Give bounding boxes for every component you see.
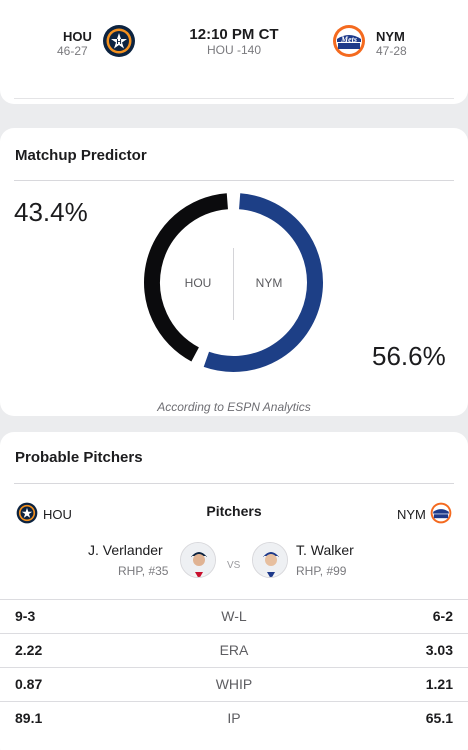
probable-pitchers-card: Probable Pitchers HOU Pitchers NYM J. Ve… [0, 432, 468, 750]
stat-label: W-L [221, 608, 247, 624]
donut-away-label: HOU [185, 276, 212, 290]
pitchers-title-rule [14, 483, 454, 484]
home-team-abbr[interactable]: NYM [376, 29, 405, 44]
home-stat-value: 65.1 [425, 710, 453, 726]
player-headshot-icon [181, 543, 215, 577]
home-pitcher-detail: RHP, #99 [296, 564, 347, 578]
game-header: HOU 46-27 H 12:10 PM CT HOU -140 Mets NY… [0, 0, 468, 104]
svg-text:Mets: Mets [340, 35, 357, 44]
player-headshot-icon [253, 543, 287, 577]
stat-label: IP [227, 710, 241, 726]
probable-pitchers-title: Probable Pitchers [15, 449, 143, 466]
stat-row-wl: 9-3 W-L 6-2 [0, 599, 468, 633]
mets-logo-icon [430, 502, 452, 524]
home-stat-value: 6-2 [432, 608, 453, 624]
donut-home-label: NYM [256, 276, 283, 290]
espn-analytics-credit: According to ESPN Analytics [157, 400, 311, 414]
stat-row-era: 2.22 ERA 3.03 [0, 633, 468, 667]
versus-label: VS [227, 560, 241, 571]
home-stat-value: 3.03 [425, 642, 453, 658]
matchup-title-rule [14, 180, 454, 181]
matchup-predictor-title: Matchup Predictor [15, 147, 147, 164]
home-pitcher-headshot[interactable] [252, 542, 288, 578]
away-pitcher-detail: RHP, #35 [118, 564, 169, 578]
away-win-probability: 43.4% [14, 197, 88, 227]
mets-logo-icon[interactable]: Mets [332, 24, 366, 58]
matchup-predictor-card: Matchup Predictor 43.4% HOU NYM 56.6% Ac… [0, 128, 468, 416]
away-pitcher-headshot[interactable] [180, 542, 216, 578]
home-team-record: 47-28 [376, 44, 407, 58]
win-probability-donut: HOU NYM [144, 193, 323, 372]
stat-row-whip: 0.87 WHIP 1.21 [0, 667, 468, 701]
away-pitcher-name[interactable]: J. Verlander [88, 542, 163, 558]
home-win-probability: 56.6% [372, 341, 446, 371]
header-divider [14, 98, 454, 99]
stat-row-ip: 89.1 IP 65.1 [0, 701, 468, 735]
stat-label: ERA [219, 642, 249, 658]
pitchers-home-team: NYM [397, 507, 426, 522]
stat-label: WHIP [215, 676, 253, 692]
home-stat-value: 1.21 [425, 676, 453, 692]
home-pitcher-name[interactable]: T. Walker [296, 542, 354, 558]
